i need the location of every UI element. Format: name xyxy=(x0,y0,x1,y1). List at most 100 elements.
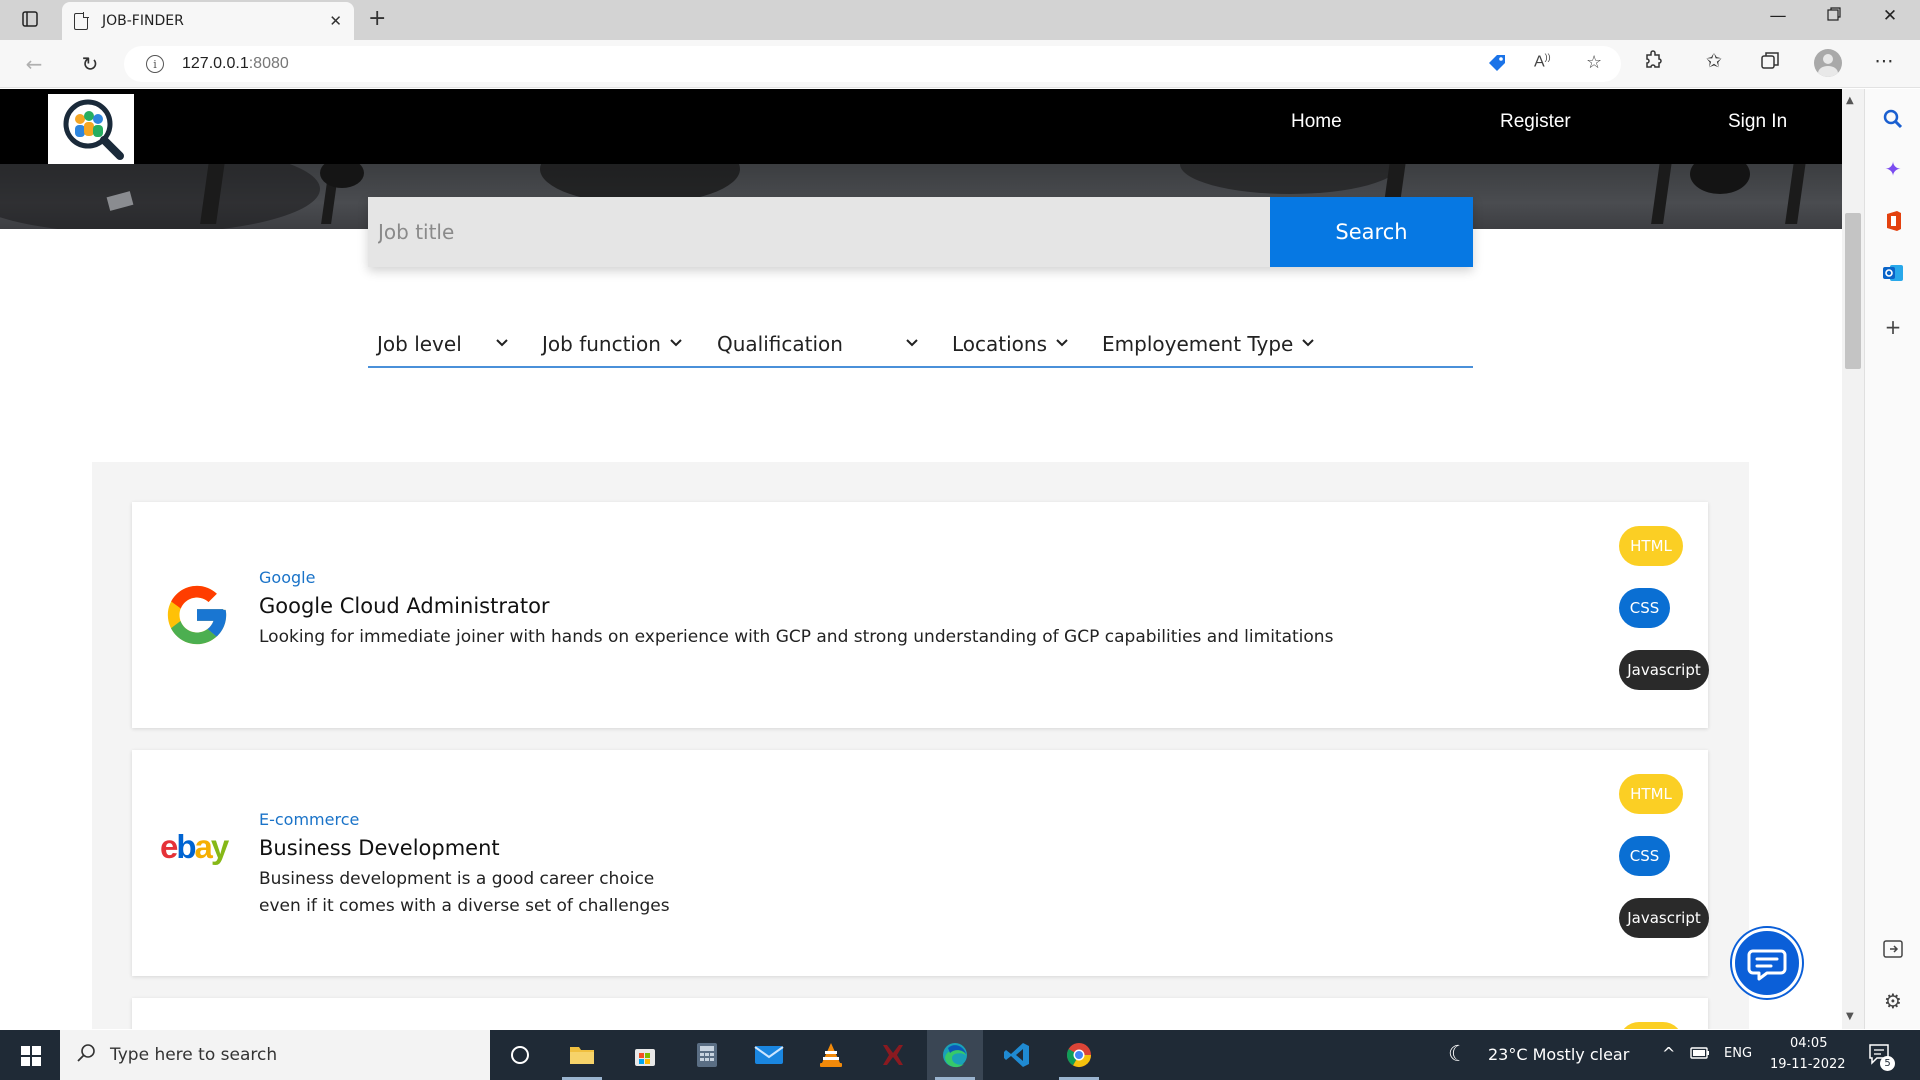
settings-more-icon[interactable]: ⋯ xyxy=(1870,50,1898,72)
page-viewport: Home Register Sign In Search Job level J… xyxy=(0,89,1842,1029)
calculator-icon[interactable] xyxy=(679,1030,735,1080)
favorites-icon[interactable]: ✩ xyxy=(1700,50,1728,72)
qualification-chevron-down-icon[interactable] xyxy=(904,334,920,350)
job-level-chevron-down-icon[interactable] xyxy=(494,334,510,350)
clock-date[interactable]: 19-11-2022 xyxy=(1770,1057,1846,1072)
ebay-logo-icon: ebay xyxy=(160,830,232,865)
search-icon xyxy=(76,1043,96,1068)
edge-browser-icon[interactable] xyxy=(927,1030,983,1080)
add-sidebar-app-icon[interactable]: + xyxy=(1881,315,1905,339)
job-card[interactable] xyxy=(132,998,1708,1029)
job-function-chevron-down-icon[interactable] xyxy=(668,334,684,350)
browser-tab-strip: JOB-FINDER ✕ + — ✕ xyxy=(0,0,1920,40)
job-company[interactable]: Google xyxy=(259,568,315,587)
hide-sidebar-icon[interactable] xyxy=(1881,937,1905,961)
browser-address-bar: ← ↻ i 127.0.0.1 :8080 A)) ☆ ✩ ⋯ xyxy=(0,40,1920,88)
filter-bar: Job level Job function Qualification Loc… xyxy=(368,326,1473,368)
tag-html[interactable] xyxy=(1619,1022,1683,1029)
google-logo-icon xyxy=(167,585,227,645)
job-card[interactable]: ebay E-commerce Business Development Bus… xyxy=(132,750,1709,976)
filter-employment-type[interactable]: Employement Type xyxy=(1102,332,1293,356)
browser-sidebar: ✦ + ⚙ xyxy=(1864,89,1920,1029)
job-finder-logo[interactable] xyxy=(48,94,134,164)
close-window-icon[interactable]: ✕ xyxy=(1870,6,1910,26)
tab-title: JOB-FINDER xyxy=(102,13,184,29)
add-favorite-icon[interactable]: ☆ xyxy=(1586,52,1602,73)
filter-job-function[interactable]: Job function xyxy=(542,332,661,356)
clock-time[interactable]: 04:05 xyxy=(1790,1036,1827,1051)
site-navbar: Home Register Sign In xyxy=(0,89,1842,164)
search-button[interactable]: Search xyxy=(1270,197,1473,267)
tag-css[interactable]: CSS xyxy=(1619,588,1670,628)
cortana-icon[interactable] xyxy=(492,1030,548,1080)
tag-html[interactable]: HTML xyxy=(1619,526,1683,566)
tag-javascript[interactable]: Javascript xyxy=(1619,898,1709,938)
game-app-icon[interactable] xyxy=(865,1030,921,1080)
show-hidden-icons-chevron-up-icon[interactable]: ^ xyxy=(1662,1044,1675,1063)
chat-button[interactable] xyxy=(1732,928,1802,998)
job-description: Looking for immediate joiner with hands … xyxy=(259,627,1334,647)
url-field[interactable]: i 127.0.0.1 :8080 A)) ☆ xyxy=(124,46,1621,82)
vscode-icon[interactable] xyxy=(989,1030,1045,1080)
file-explorer-icon[interactable] xyxy=(554,1030,610,1080)
filter-locations[interactable]: Locations xyxy=(952,332,1047,356)
job-title[interactable]: Google Cloud Administrator xyxy=(259,594,550,618)
search-icon[interactable] xyxy=(1881,107,1905,131)
tab-close-icon[interactable]: ✕ xyxy=(329,12,342,30)
restore-icon[interactable] xyxy=(1814,6,1854,26)
battery-icon[interactable] xyxy=(1690,1045,1710,1064)
weather-moon-icon[interactable]: ☾ xyxy=(1448,1042,1468,1067)
filter-job-level[interactable]: Job level xyxy=(377,332,462,356)
url-host: 127.0.0.1 xyxy=(182,55,249,72)
windows-start-icon[interactable] xyxy=(21,1046,41,1066)
sidebar-settings-gear-icon[interactable]: ⚙ xyxy=(1881,989,1905,1013)
page-icon xyxy=(74,11,89,30)
microsoft-store-icon[interactable] xyxy=(617,1030,673,1080)
read-aloud-icon[interactable]: A)) xyxy=(1534,52,1551,71)
collections-icon[interactable] xyxy=(1756,50,1784,75)
url-port: :8080 xyxy=(248,55,289,72)
tab-actions-icon[interactable] xyxy=(19,8,41,30)
weather-status[interactable]: 23°C Mostly clear xyxy=(1488,1045,1629,1064)
shopping-tag-icon[interactable] xyxy=(1486,52,1508,79)
vlc-icon[interactable] xyxy=(803,1030,859,1080)
tag-css[interactable]: CSS xyxy=(1619,836,1670,876)
copilot-sparkle-icon[interactable]: ✦ xyxy=(1881,157,1905,181)
page-scrollbar[interactable]: ▲ ▼ xyxy=(1842,89,1864,1029)
mail-icon[interactable] xyxy=(741,1030,797,1080)
job-title-search-input[interactable] xyxy=(368,197,1270,267)
job-search-bar: Search xyxy=(368,197,1473,267)
job-card[interactable]: Google Google Cloud Administrator Lookin… xyxy=(132,502,1709,728)
job-company[interactable]: E-commerce xyxy=(259,810,359,829)
scroll-up-icon[interactable]: ▲ xyxy=(1846,95,1854,106)
notification-count-badge: 5 xyxy=(1880,1056,1895,1071)
minimize-icon[interactable]: — xyxy=(1758,6,1798,26)
scroll-down-icon[interactable]: ▼ xyxy=(1846,1011,1854,1022)
profile-avatar[interactable] xyxy=(1814,49,1842,77)
chrome-icon[interactable] xyxy=(1051,1030,1107,1080)
nav-home-link[interactable]: Home xyxy=(1291,111,1342,133)
employment-type-chevron-down-icon[interactable] xyxy=(1300,334,1316,350)
extensions-icon[interactable] xyxy=(1640,50,1668,75)
tag-html[interactable]: HTML xyxy=(1619,774,1683,814)
filter-qualification[interactable]: Qualification xyxy=(717,332,843,356)
new-tab-button[interactable]: + xyxy=(368,6,386,31)
locations-chevron-down-icon[interactable] xyxy=(1054,334,1070,350)
job-description: Business development is a good career ch… xyxy=(259,869,670,916)
nav-register-link[interactable]: Register xyxy=(1500,111,1571,133)
taskbar-search-box[interactable]: Type here to search xyxy=(60,1030,490,1080)
outlook-icon[interactable] xyxy=(1881,261,1905,285)
back-icon[interactable]: ← xyxy=(20,50,48,78)
job-title[interactable]: Business Development xyxy=(259,836,500,860)
tag-javascript[interactable]: Javascript xyxy=(1619,650,1709,690)
scrollbar-thumb[interactable] xyxy=(1845,213,1861,369)
nav-sign-in-link[interactable]: Sign In xyxy=(1728,111,1787,133)
site-info-icon[interactable]: i xyxy=(146,55,164,73)
windows-taskbar: Type here to search ☾ 23°C Mostly clear … xyxy=(0,1030,1920,1080)
browser-tab[interactable]: JOB-FINDER ✕ xyxy=(62,2,354,40)
chat-message-icon xyxy=(1747,949,1787,981)
office-icon[interactable] xyxy=(1881,209,1905,233)
language-indicator[interactable]: ENG xyxy=(1724,1046,1752,1061)
svg-text:ebay: ebay xyxy=(160,830,230,865)
reload-icon[interactable]: ↻ xyxy=(76,50,104,78)
